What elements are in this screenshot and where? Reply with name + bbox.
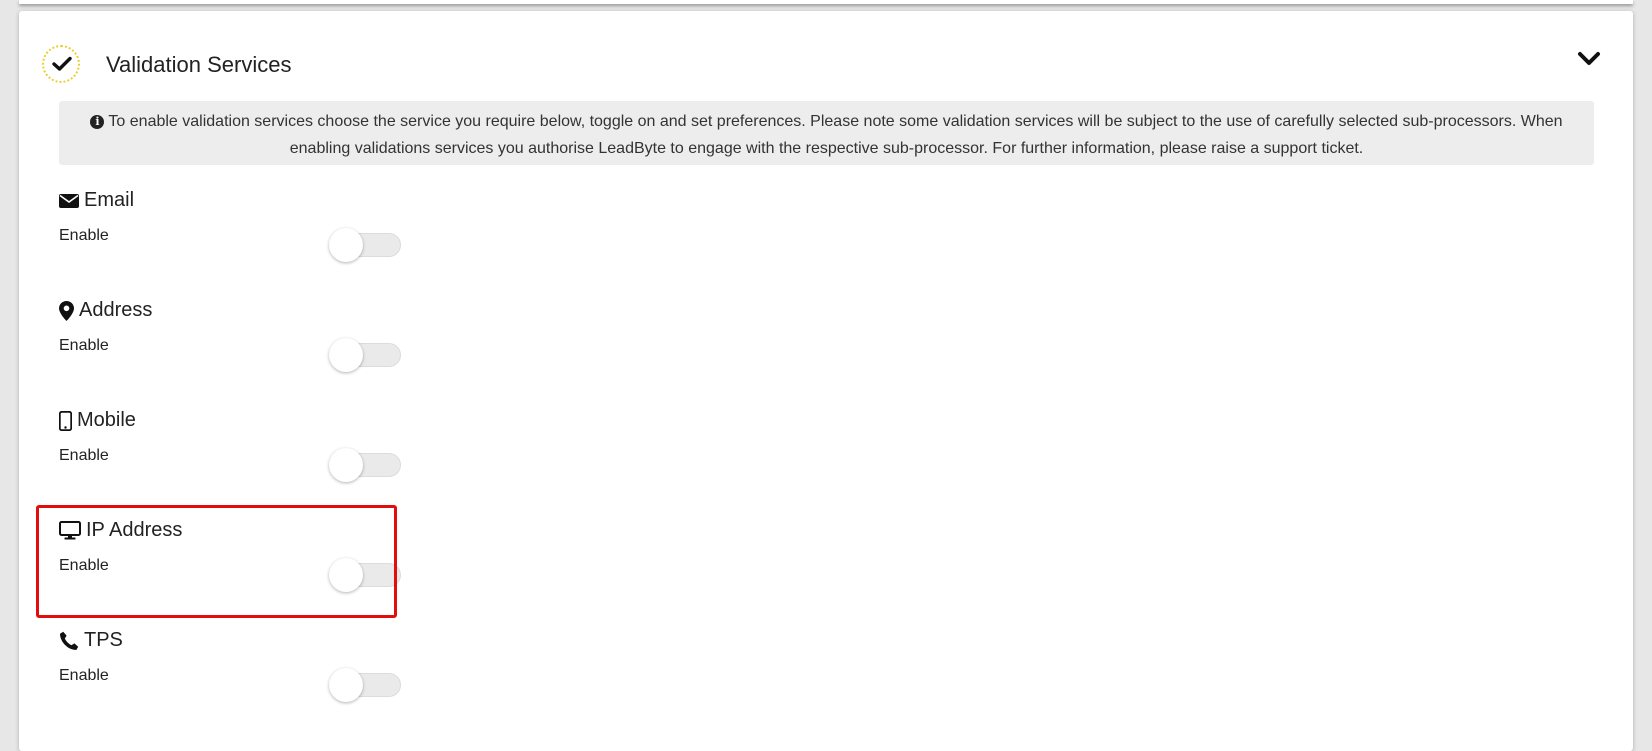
service-title-email: Email xyxy=(84,189,135,211)
tps-enable-toggle[interactable] xyxy=(329,666,403,702)
service-address: Address Enable xyxy=(59,299,419,389)
info-notice: i To enable validation services choose th… xyxy=(59,101,1594,165)
toggle-knob xyxy=(329,338,363,372)
toggle-knob xyxy=(329,558,363,592)
enable-label: Enable xyxy=(59,337,109,354)
email-enable-toggle[interactable] xyxy=(329,226,403,262)
phone-icon xyxy=(59,631,79,651)
service-title-tps: TPS xyxy=(84,629,123,651)
ip-address-enable-toggle[interactable] xyxy=(329,556,403,592)
enable-label: Enable xyxy=(59,447,109,464)
mobile-icon xyxy=(58,410,73,431)
service-title-address: Address xyxy=(79,299,153,321)
desktop-icon xyxy=(59,521,81,540)
enable-label: Enable xyxy=(59,227,109,244)
envelope-icon xyxy=(59,193,79,209)
panel-title: Validation Services xyxy=(106,52,292,77)
toggle-knob xyxy=(329,668,363,702)
info-icon: i xyxy=(90,115,105,129)
toggle-knob xyxy=(329,228,363,262)
check-icon xyxy=(42,45,80,83)
service-title-ip-address: IP Address xyxy=(86,519,183,541)
service-ip-address: IP Address Enable xyxy=(59,519,419,609)
service-mobile: Mobile Enable xyxy=(58,409,419,499)
enable-label: Enable xyxy=(59,667,109,684)
previous-card-edge xyxy=(19,0,1633,4)
notice-text: To enable validation services choose the… xyxy=(108,113,1563,157)
service-email: Email Enable xyxy=(59,189,419,279)
address-enable-toggle[interactable] xyxy=(329,336,403,372)
service-title-mobile: Mobile xyxy=(77,409,136,431)
enable-label: Enable xyxy=(59,557,109,574)
mobile-enable-toggle[interactable] xyxy=(329,446,403,482)
service-tps: TPS Enable xyxy=(59,629,419,719)
chevron-down-icon[interactable] xyxy=(1574,47,1604,71)
map-marker-icon xyxy=(59,300,74,321)
toggle-knob xyxy=(329,448,363,482)
validation-services-panel: Validation Services i To enable validatio… xyxy=(19,11,1633,751)
